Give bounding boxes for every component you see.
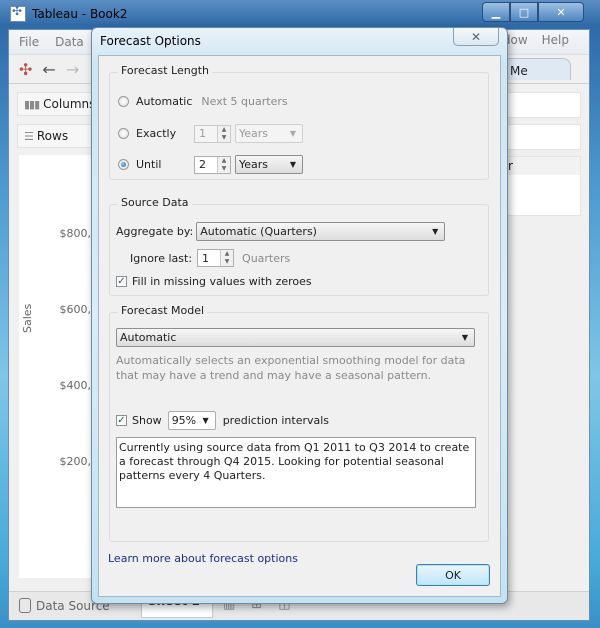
- y-axis-label: Sales: [21, 303, 34, 333]
- window-title: Tableau - Book2: [32, 7, 128, 21]
- until-unit-value: Years: [239, 158, 269, 171]
- until-option[interactable]: Until 2 ▲ ▼ Years ▼: [118, 155, 303, 174]
- exactly-value: 1: [199, 127, 206, 140]
- ignore-last-unit: Quarters: [242, 251, 291, 265]
- exactly-unit-value: Years: [239, 127, 269, 140]
- automatic-option[interactable]: Automatic Next 5 quarters: [118, 95, 288, 108]
- exactly-unit-select[interactable]: Years ▼: [235, 124, 303, 143]
- close-icon: ✕: [470, 29, 482, 44]
- forecast-length-legend: Forecast Length: [118, 64, 212, 77]
- automatic-hint: Next 5 quarters: [201, 95, 288, 108]
- dialog-close-button[interactable]: ✕: [453, 28, 499, 46]
- dialog-body: Forecast Length Automatic Next 5 quarter…: [98, 55, 501, 597]
- chevron-down-icon: ▼: [289, 129, 296, 138]
- fill-zeroes-checkbox[interactable]: ✓: [116, 276, 127, 287]
- chevron-down-icon: ▼: [289, 160, 296, 169]
- model-description: Automatically selects an exponential smo…: [116, 354, 466, 382]
- minimize-button[interactable]: ▁: [482, 2, 510, 22]
- ok-button[interactable]: OK: [416, 564, 490, 586]
- exactly-stepper[interactable]: 1 ▲ ▼: [194, 124, 231, 143]
- menu-file[interactable]: File: [19, 35, 39, 49]
- stepper-arrows-icon[interactable]: ▲ ▼: [220, 250, 234, 266]
- menu-help[interactable]: Help: [542, 33, 569, 47]
- close-button[interactable]: ✕: [538, 2, 584, 22]
- automatic-radio[interactable]: [118, 96, 129, 107]
- chevron-down-icon: ▼: [202, 416, 209, 425]
- forecast-model-group: Forecast Model Automatic ▼ Automatically…: [109, 304, 489, 542]
- stepper-arrows-icon[interactable]: ▲ ▼: [217, 125, 230, 142]
- aggregate-select[interactable]: Automatic (Quarters) ▼: [196, 222, 446, 241]
- interval-value: 95%: [171, 414, 197, 427]
- chevron-down-icon: ▼: [432, 227, 439, 236]
- model-select[interactable]: Automatic ▼: [116, 328, 475, 347]
- window-titlebar: Tableau - Book2: [10, 4, 127, 24]
- automatic-label: Automatic: [136, 95, 193, 108]
- exactly-option[interactable]: Exactly 1 ▲ ▼ Years ▼: [118, 124, 303, 143]
- maximize-button[interactable]: □: [510, 2, 538, 22]
- exactly-radio[interactable]: [118, 128, 129, 139]
- database-icon: [19, 598, 31, 613]
- ignore-last-stepper[interactable]: 1 ▲ ▼: [197, 249, 235, 267]
- stepper-arrows-icon[interactable]: ▲ ▼: [217, 156, 230, 173]
- interval-suffix: prediction intervals: [222, 414, 330, 427]
- show-me-tab[interactable]: Me: [505, 58, 571, 80]
- ignore-last-label: Ignore last:: [130, 251, 193, 265]
- until-stepper[interactable]: 2 ▲ ▼: [194, 155, 231, 174]
- forecast-summary-text: Currently using source data from Q1 2011…: [116, 437, 476, 508]
- back-arrow-icon[interactable]: ←: [42, 60, 55, 79]
- tableau-start-icon[interactable]: ✣: [19, 60, 32, 79]
- window-controls: ▁ □ ✕: [482, 2, 584, 22]
- show-intervals-checkbox[interactable]: ✓: [116, 415, 127, 426]
- until-value: 2: [199, 158, 206, 171]
- source-data-legend: Source Data: [118, 196, 192, 209]
- forecast-length-group: Forecast Length Automatic Next 5 quarter…: [109, 64, 489, 180]
- interval-select[interactable]: 95% ▼: [167, 411, 216, 430]
- source-data-group: Source Data Aggregate by: Automatic (Qua…: [109, 196, 489, 296]
- forward-arrow-icon[interactable]: →: [66, 60, 79, 79]
- model-value: Automatic: [120, 331, 177, 344]
- columns-label: Columns: [43, 97, 96, 111]
- columns-icon: ▮▮▮: [24, 97, 40, 111]
- until-radio[interactable]: [118, 159, 129, 170]
- aggregate-value: Automatic (Quarters): [200, 225, 317, 238]
- show-label: Show: [132, 414, 162, 427]
- rows-label: Rows: [36, 129, 69, 143]
- chevron-down-icon: ▼: [461, 333, 468, 342]
- until-label: Until: [136, 158, 162, 171]
- learn-more-link[interactable]: Learn more about forecast options: [108, 552, 298, 565]
- fill-zeroes-option[interactable]: ✓ Fill in missing values with zeroes: [116, 275, 312, 288]
- rows-icon: ☰: [24, 129, 34, 143]
- until-unit-select[interactable]: Years ▼: [235, 155, 303, 174]
- ignore-last-value: 1: [202, 251, 210, 265]
- dialog-title: Forecast Options: [100, 34, 201, 48]
- aggregate-label: Aggregate by:: [116, 225, 194, 238]
- tableau-logo-icon: [10, 4, 26, 22]
- forecast-model-legend: Forecast Model: [118, 304, 208, 317]
- exactly-label: Exactly: [136, 127, 177, 140]
- menu-data[interactable]: Data: [55, 35, 84, 49]
- fill-zeroes-label: Fill in missing values with zeroes: [132, 275, 312, 288]
- forecast-options-dialog: Forecast Options ✕ Forecast Length Autom…: [91, 27, 508, 604]
